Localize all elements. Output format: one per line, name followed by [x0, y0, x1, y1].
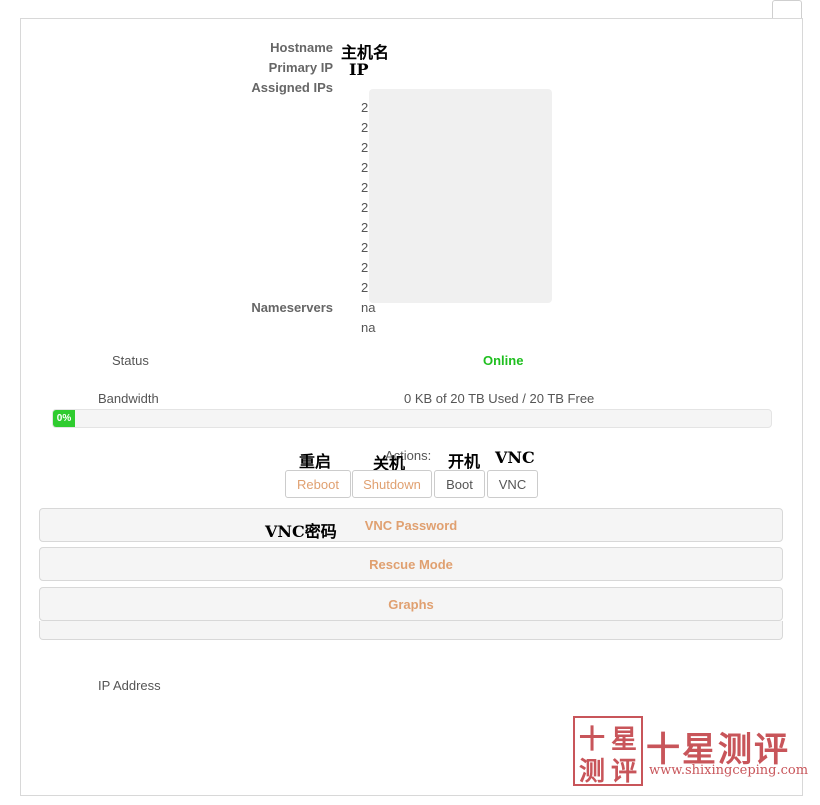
vnc-annotation: VNC — [495, 448, 535, 467]
reboot-button[interactable]: Reboot — [285, 470, 351, 498]
boot-annotation: 开机 — [448, 452, 481, 471]
status-label: Status — [112, 353, 149, 368]
rescue-mode-section[interactable]: Rescue Mode — [39, 547, 783, 581]
watermark-logo-char: 测 — [579, 757, 606, 787]
watermark-logo: 十 星 测 评 — [573, 716, 643, 787]
vnc-button[interactable]: VNC — [487, 470, 538, 498]
assigned-ip-item: 2 — [361, 200, 369, 215]
assigned-ips-label: Assigned IPs — [251, 80, 333, 95]
bandwidth-progress-fill: 0% — [53, 410, 75, 427]
assigned-ip-item: 2 — [361, 240, 369, 255]
hostname-label: Hostname — [270, 40, 333, 55]
nameserver-item: na — [361, 300, 376, 315]
nameservers-label: Nameservers — [251, 300, 333, 315]
watermark-logo-char: 评 — [611, 757, 638, 787]
vnc-password-annotation: VNC密码 — [265, 522, 337, 541]
graphs-content — [39, 621, 783, 640]
assigned-ip-item: 2 — [361, 140, 369, 155]
assigned-ip-item: 2 — [361, 100, 369, 115]
assigned-ip-item: 2 — [361, 220, 369, 235]
bandwidth-label: Bandwidth — [98, 391, 159, 406]
reboot-annotation: 重启 — [299, 452, 332, 471]
status-badge: Online — [483, 353, 524, 368]
redaction-block — [369, 89, 552, 303]
shutdown-button[interactable]: Shutdown — [352, 470, 432, 498]
primary-ip-label: Primary IP — [268, 60, 333, 75]
watermark-url: www.shixingceping.com — [649, 763, 809, 778]
vnc-password-section[interactable]: VNC Password — [39, 508, 783, 542]
assigned-ip-item: 2 — [361, 260, 369, 275]
primary-ip-annotation: IP — [349, 60, 369, 79]
assigned-ip-item: 2 — [361, 280, 369, 295]
bandwidth-summary: 0 KB of 20 TB Used / 20 TB Free — [404, 391, 595, 406]
graphs-section[interactable]: Graphs — [39, 587, 783, 621]
assigned-ip-item: 2 — [361, 180, 369, 195]
nameserver-item: na — [361, 320, 376, 335]
bandwidth-progress-bar: 0% — [52, 409, 772, 428]
ip-address-label: IP Address — [98, 678, 161, 693]
assigned-ip-item: 2 — [361, 160, 369, 175]
assigned-ip-item: 2 — [361, 120, 369, 135]
boot-button[interactable]: Boot — [434, 470, 485, 498]
